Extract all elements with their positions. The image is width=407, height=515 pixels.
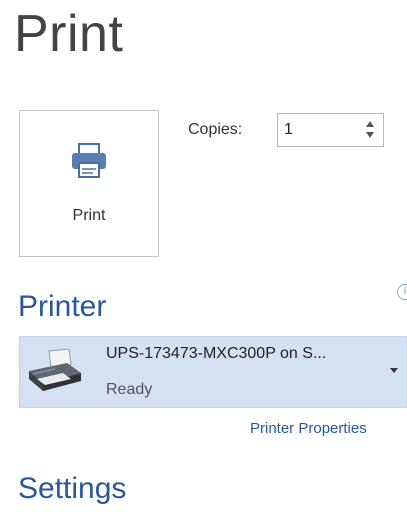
printer-section-title: Printer — [18, 290, 107, 323]
copies-spinner[interactable] — [363, 117, 377, 143]
dropdown-caret-icon[interactable] — [390, 368, 398, 373]
printer-icon — [72, 143, 106, 178]
print-button-label: Print — [72, 207, 106, 224]
printer-status: Ready — [106, 381, 153, 398]
settings-section-title: Settings — [18, 472, 127, 505]
printer-device-icon — [29, 349, 81, 391]
spin-down-arrow-icon[interactable] — [366, 132, 374, 138]
copies-label: Copies: — [188, 121, 243, 138]
info-icon[interactable]: i — [397, 284, 407, 300]
spin-up-arrow-icon[interactable] — [366, 121, 374, 127]
copies-input[interactable] — [284, 121, 344, 139]
print-button[interactable]: Print — [19, 110, 159, 257]
printer-dropdown[interactable]: UPS-173473-MXC300P on S... Ready — [19, 336, 407, 408]
copies-stepper[interactable] — [277, 113, 384, 147]
printer-properties-link[interactable]: Printer Properties — [250, 420, 367, 437]
printer-name: UPS-173473-MXC300P on S... — [106, 345, 327, 362]
page-title: Print — [14, 5, 124, 63]
